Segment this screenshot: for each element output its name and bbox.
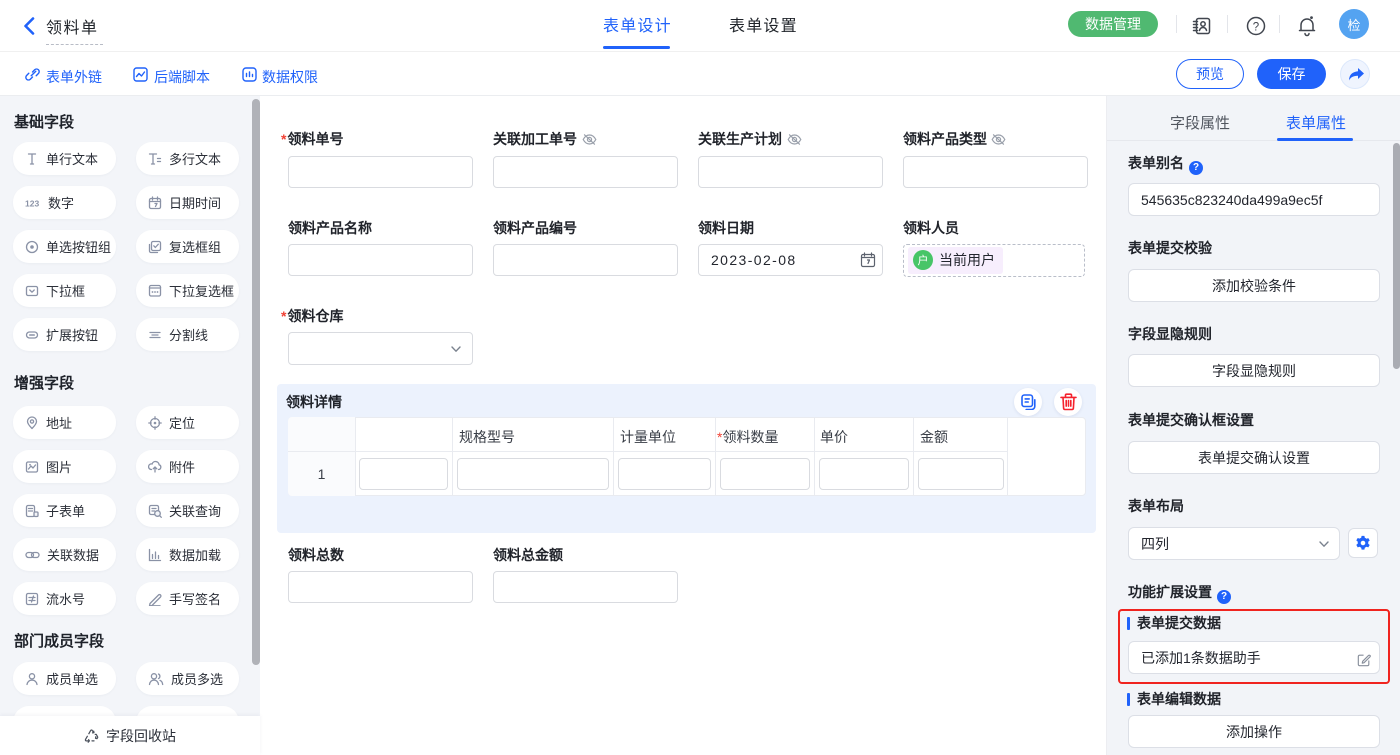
- svg-text:?: ?: [1253, 21, 1259, 33]
- svg-text:123: 123: [25, 198, 39, 208]
